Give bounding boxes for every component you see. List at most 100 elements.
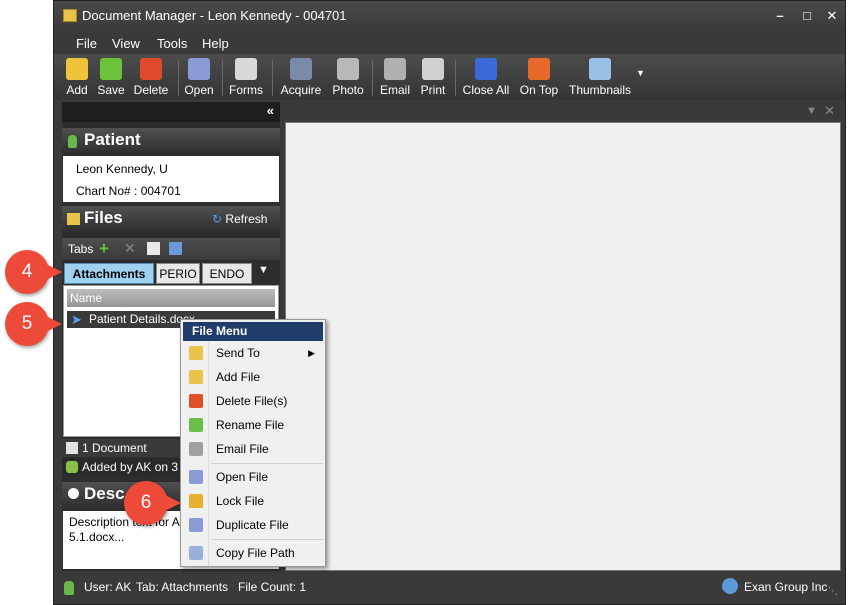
toolbar-separator (222, 60, 223, 96)
tab-attachments[interactable]: Attachments (64, 263, 154, 284)
menu-item-lock-file[interactable]: Lock File (183, 490, 323, 512)
save-button[interactable]: Save (96, 56, 126, 98)
folder-app-icon (63, 9, 77, 22)
status-bar: User: AK Tab: Attachments File Count: 1 … (54, 573, 845, 604)
delete-file-icon (189, 394, 203, 408)
status-file-count: File Count: 1 (238, 580, 307, 594)
tab-endo[interactable]: ENDO (202, 263, 252, 284)
open-button[interactable]: Open (182, 56, 216, 98)
file-context-menu: File Menu Send To ▶ Add File Delete File(… (180, 319, 326, 567)
remove-tab-icon[interactable]: ✕ (124, 240, 136, 257)
add-file-icon (189, 370, 203, 384)
document-edit-icon (66, 442, 78, 454)
toolbar-overflow-icon[interactable]: ▼ (636, 68, 645, 78)
tabs-toolbar: Tabs + ✕ (62, 238, 280, 260)
delete-button[interactable]: Delete (131, 56, 171, 98)
edit-tab-icon[interactable] (147, 242, 160, 255)
acquire-button[interactable]: Acquire (278, 56, 324, 98)
print-button[interactable]: Print (417, 56, 449, 98)
forms-button[interactable]: Forms (228, 56, 264, 98)
copy-path-icon (189, 546, 203, 560)
duplicate-file-icon (189, 518, 203, 532)
user-icon (64, 581, 74, 595)
tab-perio[interactable]: PERIO (156, 263, 200, 284)
title-bar: Document Manager - Leon Kennedy - 004701… (54, 1, 845, 32)
photo-button[interactable]: Photo (330, 56, 366, 98)
resize-grip-icon[interactable]: ⋱ (828, 586, 838, 597)
menu-bar: File View Tools Help (54, 32, 845, 54)
collapse-chevrons-icon[interactable]: « (267, 103, 274, 118)
document-manager-window: Document Manager - Leon Kennedy - 004701… (53, 0, 846, 605)
patient-info: Leon Kennedy, U Chart No# : 004701 (63, 156, 279, 202)
menu-item-rename-file[interactable]: Rename File (183, 414, 323, 436)
maximize-button[interactable]: □ (797, 7, 817, 25)
thumbnails-icon (589, 58, 611, 80)
patient-name: Leon Kennedy, U (76, 162, 168, 176)
status-tab: Tab: Attachments (136, 580, 229, 594)
menu-tools[interactable]: Tools (157, 36, 187, 51)
lock-icon (189, 494, 203, 508)
toolbar: Add Save Delete Open Forms Acquire Photo… (54, 54, 845, 100)
tab-overflow-icon[interactable]: ▼ (258, 264, 269, 276)
file-tabs: Attachments PERIO ENDO ▼ (62, 262, 280, 284)
on-top-button[interactable]: On Top (518, 56, 560, 98)
menu-item-duplicate-file[interactable]: Duplicate File (183, 514, 323, 536)
callout-4: 4 (5, 250, 62, 294)
viewer-close-icon[interactable]: ✕ (824, 103, 835, 119)
files-header: Files ↻ Refresh (62, 206, 280, 232)
company-name: Exan Group Inc (744, 580, 828, 594)
delete-folder-icon (140, 58, 162, 80)
menu-item-delete-files[interactable]: Delete File(s) (183, 390, 323, 412)
forms-icon (235, 58, 257, 80)
column-header-name[interactable]: Name (67, 289, 275, 307)
user-add-icon (66, 461, 78, 473)
folder-send-icon (189, 346, 203, 360)
add-tab-icon[interactable]: + (99, 239, 109, 259)
panel-collapse-bar: « (62, 102, 280, 122)
viewer-header: ▼ ✕ (285, 102, 841, 122)
callout-6: 6 (124, 481, 181, 525)
open-door-icon (188, 58, 210, 80)
toolbar-separator (272, 60, 273, 96)
pin-icon (528, 58, 550, 80)
menu-file[interactable]: File (76, 36, 97, 51)
toolbar-separator (372, 60, 373, 96)
menu-separator (211, 539, 323, 540)
tab-settings-icon[interactable] (169, 242, 182, 255)
minimize-button[interactable]: – (770, 7, 790, 25)
email-icon (384, 58, 406, 80)
menu-item-add-file[interactable]: Add File (183, 366, 323, 388)
close-button[interactable]: ✕ (822, 7, 842, 25)
menu-item-send-to[interactable]: Send To ▶ (183, 342, 323, 364)
add-button[interactable]: Add (62, 56, 92, 98)
tabs-label: Tabs (68, 242, 94, 256)
menu-item-email-file[interactable]: Email File (183, 438, 323, 460)
arrow-right-icon: ➤ (71, 312, 82, 327)
patient-user-icon (68, 135, 77, 148)
callout-5: 5 (5, 302, 62, 346)
submenu-arrow-icon: ▶ (308, 348, 315, 358)
pin-down-icon[interactable]: ▼ (806, 105, 817, 117)
window-title: Document Manager - Leon Kennedy - 004701 (82, 8, 347, 23)
patient-header: Patient (62, 128, 280, 154)
email-button[interactable]: Email (378, 56, 412, 98)
thumbnails-button[interactable]: Thumbnails (567, 56, 633, 98)
menu-item-copy-file-path[interactable]: Copy File Path (183, 542, 323, 564)
rename-file-icon (189, 418, 203, 432)
toolbar-separator (178, 60, 179, 96)
refresh-button[interactable]: ↻ Refresh (212, 212, 267, 226)
scanner-icon (290, 58, 312, 80)
patient-chart-number: Chart No# : 004701 (76, 184, 181, 198)
menu-item-open-file[interactable]: Open File (183, 466, 323, 488)
document-viewer[interactable] (285, 122, 841, 571)
menu-separator (211, 463, 323, 464)
menu-help[interactable]: Help (202, 36, 229, 51)
close-all-button[interactable]: Close All (460, 56, 512, 98)
company-logo-icon (722, 578, 738, 594)
info-icon (68, 488, 79, 499)
camera-icon (337, 58, 359, 80)
save-check-icon (100, 58, 122, 80)
menu-view[interactable]: View (112, 36, 140, 51)
toolbar-separator (455, 60, 456, 96)
email-file-icon (189, 442, 203, 456)
